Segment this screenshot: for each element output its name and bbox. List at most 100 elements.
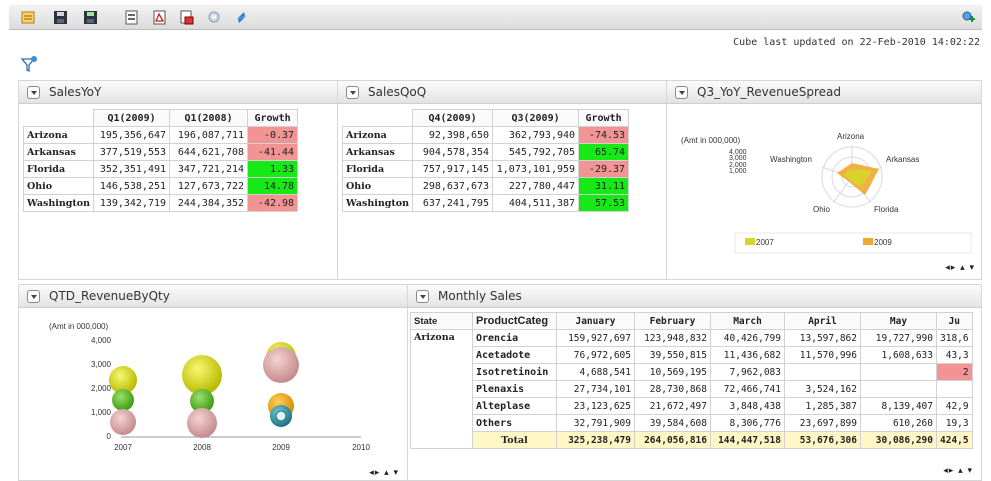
growth-cell: 31.11 (578, 177, 630, 195)
collapse-button[interactable] (416, 290, 429, 303)
x-tick: 2009 (272, 443, 290, 452)
table-cell: 139,342,719 (93, 194, 171, 212)
table-cell: 144,447,518 (710, 431, 785, 449)
column-header[interactable]: Q1(2008) (169, 109, 249, 127)
row-header: Arizona (22, 126, 95, 144)
row-header: Ohio (341, 177, 414, 195)
sales-yoy-panel: SalesYoY Q1(2009) Q1(2008) Growth Arizon… (18, 80, 338, 280)
table-cell: 362,793,940 (492, 126, 580, 144)
table-cell: 127,673,722 (169, 177, 249, 195)
table-cell: 404,511,387 (492, 194, 580, 212)
panel-nav-arrows[interactable]: ◂▸ ▴ ▾ (943, 466, 973, 476)
legend-label: 2007 (756, 238, 774, 247)
state-column-header[interactable]: State (410, 312, 473, 330)
table-row: Isotretinoin 4,688,541 10,569,195 7,962,… (411, 363, 973, 381)
table-cell: 3,524,162 (784, 380, 861, 398)
column-header[interactable]: Growth (247, 109, 299, 127)
panel-header: Monthly Sales (408, 285, 981, 308)
legend-label: 2009 (874, 238, 892, 247)
save-icon[interactable] (53, 10, 68, 25)
month-column-header[interactable]: January (556, 312, 635, 330)
save-as-icon[interactable] (83, 10, 98, 25)
month-column-header[interactable]: May (860, 312, 937, 330)
table-cell: 264,056,816 (634, 431, 711, 449)
table-cell: 352,351,491 (93, 160, 171, 178)
table-row: Arizona Orencia 159,927,697 123,948,832 … (410, 329, 973, 449)
state-cell: Arizona (410, 329, 473, 449)
table-cell: 92,398,650 (412, 126, 494, 144)
table-cell: 325,238,479 (556, 431, 635, 449)
month-column-header[interactable]: April (784, 312, 861, 330)
table-cell: 347,721,214 (169, 160, 249, 178)
add-connection-icon[interactable] (961, 10, 976, 25)
table-row: Washington 139,342,719 244,384,352 -42.9… (22, 194, 299, 212)
filter-icon[interactable] (21, 55, 38, 72)
table-row: Plenaxis 27,734,101 28,730,868 72,466,74… (411, 380, 973, 398)
y-tick: 3,000 (91, 360, 112, 369)
collapse-button[interactable] (27, 86, 40, 99)
month-column-header[interactable]: March (710, 312, 785, 330)
sales-qoq-table: Q4(2009) Q3(2009) Growth Arizona 92,398,… (341, 109, 630, 212)
growth-cell: 1.33 (247, 160, 299, 178)
table-cell: 76,972,605 (556, 346, 635, 364)
export-pdf-icon[interactable] (152, 10, 167, 25)
print-icon[interactable] (179, 10, 194, 25)
month-column-header[interactable]: Ju (936, 312, 973, 330)
legend-swatch-2009 (863, 238, 873, 245)
y-tick: 0 (107, 432, 112, 441)
category-column-header[interactable]: ProductCateg (472, 312, 557, 330)
table-cell: 4,688,541 (556, 363, 635, 381)
refresh-icon[interactable] (234, 10, 249, 25)
growth-cell: -41.44 (247, 143, 299, 161)
table-clip-mask (408, 457, 981, 480)
collapse-button[interactable] (27, 290, 40, 303)
column-header[interactable]: Q4(2009) (412, 109, 494, 127)
table-row: Arizona 92,398,650 362,793,940 -74.53 (341, 126, 630, 144)
radar-axis-label: Washington (770, 155, 812, 164)
table-row: Florida 352,351,491 347,721,214 1.33 (22, 160, 299, 178)
row-header: Ohio (22, 177, 95, 195)
table-cell (936, 380, 973, 398)
table-row: Ohio 298,637,673 227,780,447 31.11 (341, 177, 630, 195)
table-cell: 72,466,741 (710, 380, 785, 398)
column-header[interactable]: Q1(2009) (93, 109, 171, 127)
radar-axis-label: Florida (874, 205, 899, 214)
settings-icon[interactable] (207, 10, 222, 25)
month-column-header[interactable]: February (634, 312, 711, 330)
collapse-button[interactable] (346, 86, 359, 99)
category-cell: Others (472, 414, 557, 432)
unit-label: (Amt in 000,000) (681, 136, 740, 145)
collapse-button[interactable] (675, 86, 688, 99)
table-cell: 227,780,447 (492, 177, 580, 195)
table-cell: 30,086,290 (860, 431, 937, 449)
sales-qoq-panel: SalesQoQ Q4(2009) Q3(2009) Growth Arizon… (337, 80, 667, 280)
table-row: Arizona 195,356,647 196,087,711 -0.37 (22, 126, 299, 144)
table-cell: 7,962,083 (710, 363, 785, 381)
table-cell: 1,608,633 (860, 346, 937, 364)
column-header[interactable]: Growth (578, 109, 630, 127)
column-header[interactable]: Q3(2009) (492, 109, 580, 127)
table-cell: 318,6 (936, 329, 973, 347)
growth-cell: -74.53 (578, 126, 630, 144)
category-cell: Plenaxis (472, 380, 557, 398)
panel-title: QTD_RevenueByQty (49, 289, 170, 303)
panel-nav-arrows[interactable]: ◂▸ ▴ ▾ (369, 468, 399, 478)
export-icon[interactable] (124, 10, 139, 25)
table-cell: 195,356,647 (93, 126, 171, 144)
panel-nav-arrows[interactable]: ◂▸ ▴ ▾ (945, 263, 975, 273)
edit-icon[interactable] (21, 10, 36, 25)
monthly-sales-table: State ProductCateg January February Marc… (410, 312, 973, 449)
table-cell: 11,570,996 (784, 346, 861, 364)
table-cell: 42,9 (936, 397, 973, 415)
table-cell: 3,848,438 (710, 397, 785, 415)
table-cell: 424,5 (936, 431, 973, 449)
table-row: Florida 757,917,145 1,073,101,959 -29.37 (341, 160, 630, 178)
panel-header: SalesQoQ (338, 81, 666, 104)
table-cell: 27,734,101 (556, 380, 635, 398)
table-cell: 377,519,553 (93, 143, 171, 161)
table-cell: 904,578,354 (412, 143, 494, 161)
radar-axis-label: Arkansas (886, 155, 919, 164)
growth-cell: 14.78 (247, 177, 299, 195)
table-cell: 8,139,407 (860, 397, 937, 415)
row-header: Arizona (341, 126, 414, 144)
